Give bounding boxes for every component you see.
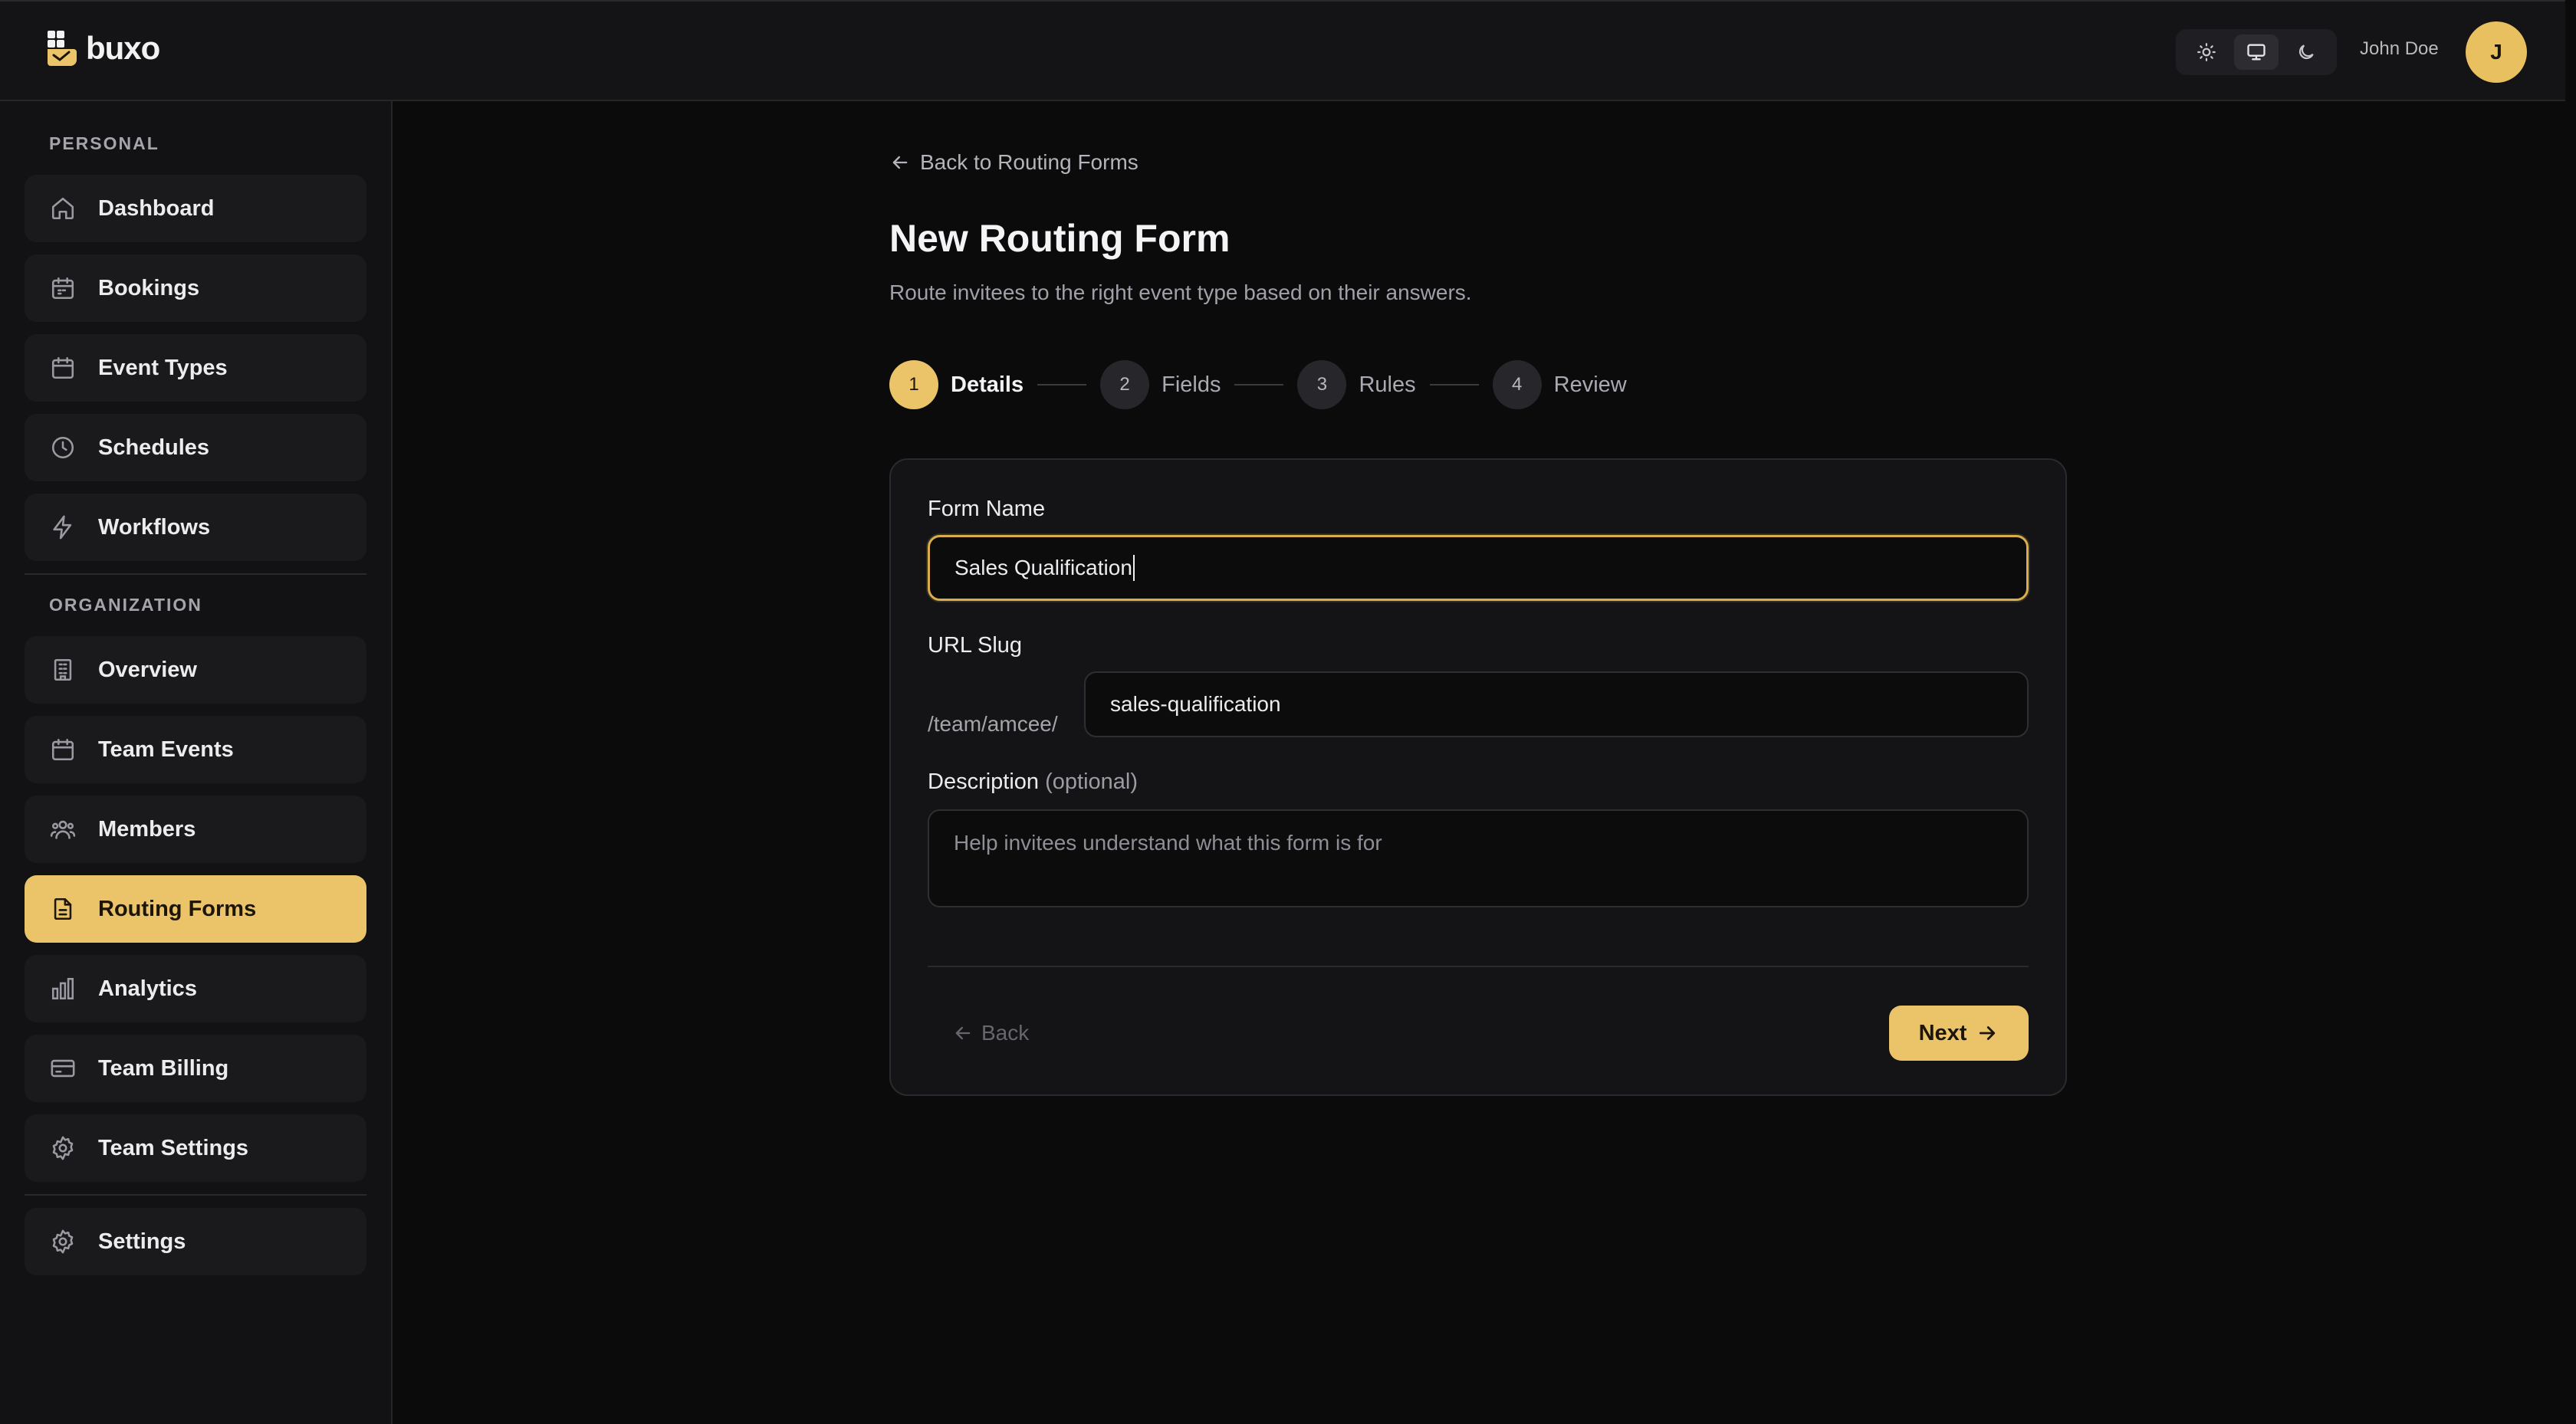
back-button-label: Back [981, 1021, 1030, 1045]
sidebar-item-label: Members [98, 816, 196, 842]
gear-icon [49, 1228, 77, 1255]
theme-toggle [2176, 29, 2337, 75]
sidebar-item-label: Overview [98, 657, 197, 682]
sidebar-item-label: Event Types [98, 355, 228, 380]
step-fields[interactable]: 2 Fields [1100, 360, 1221, 409]
sidebar-item-label: Team Events [98, 737, 234, 762]
file-text-icon [49, 895, 77, 923]
monitor-icon [2247, 44, 2266, 61]
sidebar-item-routing-forms[interactable]: Routing Forms [25, 875, 366, 943]
sidebar-item-settings[interactable]: Settings [25, 1208, 366, 1275]
step-number: 2 [1100, 360, 1150, 409]
user-name[interactable]: John Doe [2360, 38, 2439, 60]
description-label-text: Description [928, 769, 1040, 794]
arrow-right-icon [1980, 1026, 1996, 1040]
brand-name: buxo [86, 30, 160, 66]
sidebar-divider [25, 1194, 366, 1196]
sidebar-item-team-events[interactable]: Team Events [25, 716, 366, 783]
home-icon [49, 195, 77, 222]
back-to-routing-forms-link[interactable]: Back to Routing Forms [889, 150, 1138, 175]
building-icon [49, 656, 77, 684]
sidebar-item-label: Settings [98, 1229, 186, 1254]
gear-icon [49, 1134, 77, 1162]
sidebar-item-label: Bookings [98, 275, 200, 300]
sidebar-item-overview[interactable]: Overview [25, 636, 366, 704]
calendar-icon [49, 274, 77, 302]
page-title: New Routing Form [889, 217, 1230, 260]
step-number: 1 [889, 360, 938, 409]
step-connector [1037, 384, 1087, 386]
theme-system-button[interactable] [2233, 34, 2279, 70]
sidebar-item-label: Team Billing [98, 1055, 229, 1081]
theme-light-button[interactable] [2184, 34, 2229, 70]
moon-icon [2298, 44, 2314, 60]
lightning-icon [49, 513, 77, 541]
next-button-label: Next [1918, 1020, 1967, 1045]
form-name-input[interactable]: Sales Qualification [928, 535, 2029, 601]
url-slug-label: URL Slug [928, 633, 1023, 658]
step-number: 4 [1492, 360, 1542, 409]
sun-icon [2197, 43, 2216, 61]
url-slug-prefix: /team/amcee/ [928, 712, 1058, 736]
section-title-personal: PERSONAL [49, 133, 159, 153]
routing-form-card: Form Name Sales Qualification URL Slug /… [889, 458, 2067, 1096]
step-review[interactable]: 4 Review [1492, 360, 1627, 409]
optional-hint: (optional) [1045, 769, 1138, 794]
clock-icon [49, 434, 77, 461]
users-icon [49, 815, 77, 843]
sidebar: PERSONAL Dashboard Bookings Event Types … [0, 101, 393, 1424]
text-caret [1132, 555, 1135, 581]
sidebar-divider [25, 573, 366, 575]
form-name-value: Sales Qualification [955, 556, 1132, 579]
sidebar-item-team-settings[interactable]: Team Settings [25, 1114, 366, 1182]
description-label: Description (optional) [928, 769, 1138, 795]
description-placeholder: Help invitees understand what this form … [954, 831, 1382, 855]
arrow-left-icon [955, 1026, 971, 1040]
back-link-label: Back to Routing Forms [920, 150, 1138, 174]
sidebar-item-workflows[interactable]: Workflows [25, 494, 366, 561]
step-label: Details [951, 372, 1024, 397]
sidebar-item-analytics[interactable]: Analytics [25, 955, 366, 1022]
sidebar-item-label: Dashboard [98, 195, 215, 221]
step-connector [1429, 384, 1479, 386]
description-textarea[interactable]: Help invitees understand what this form … [928, 809, 2029, 907]
sidebar-item-members[interactable]: Members [25, 796, 366, 863]
top-header: buxo John Doe J [0, 0, 2565, 101]
back-button[interactable]: Back [952, 1006, 1029, 1061]
form-name-label: Form Name [928, 497, 1046, 521]
brand-logo[interactable]: buxo [46, 29, 160, 67]
url-slug-value: sales-qualification [1110, 692, 1281, 716]
next-button[interactable]: Next [1889, 1006, 2029, 1061]
sidebar-item-label: Team Settings [98, 1135, 249, 1160]
sidebar-item-schedules[interactable]: Schedules [25, 414, 366, 481]
step-details[interactable]: 1 Details [889, 360, 1024, 409]
card-divider [928, 966, 2029, 967]
sidebar-item-label: Workflows [98, 514, 211, 540]
sidebar-item-team-billing[interactable]: Team Billing [25, 1035, 366, 1102]
section-title-organization: ORGANIZATION [49, 595, 202, 615]
step-connector [1234, 384, 1284, 386]
sidebar-item-dashboard[interactable]: Dashboard [25, 175, 366, 242]
step-rules[interactable]: 3 Rules [1297, 360, 1416, 409]
page-subtitle: Route invitees to the right event type b… [889, 281, 1472, 304]
calendar-icon [49, 736, 77, 763]
step-label: Rules [1359, 372, 1416, 397]
step-label: Fields [1162, 372, 1221, 397]
url-slug-input[interactable]: sales-qualification [1084, 671, 2029, 737]
sidebar-item-label: Analytics [98, 976, 197, 1001]
sidebar-item-label: Routing Forms [98, 896, 257, 921]
calendar-icon [49, 354, 77, 382]
sidebar-item-bookings[interactable]: Bookings [25, 254, 366, 322]
credit-card-icon [49, 1055, 77, 1082]
step-number: 3 [1297, 360, 1347, 409]
buxo-logo-icon [46, 29, 78, 67]
sidebar-item-event-types[interactable]: Event Types [25, 334, 366, 402]
avatar[interactable]: J [2466, 21, 2527, 83]
arrow-left-icon [892, 156, 908, 169]
theme-dark-button[interactable] [2284, 34, 2328, 70]
form-stepper: 1 Details 2 Fields 3 Rules 4 Review [889, 360, 1627, 409]
step-label: Review [1553, 372, 1627, 397]
bar-chart-icon [49, 975, 77, 1002]
sidebar-item-label: Schedules [98, 435, 210, 460]
